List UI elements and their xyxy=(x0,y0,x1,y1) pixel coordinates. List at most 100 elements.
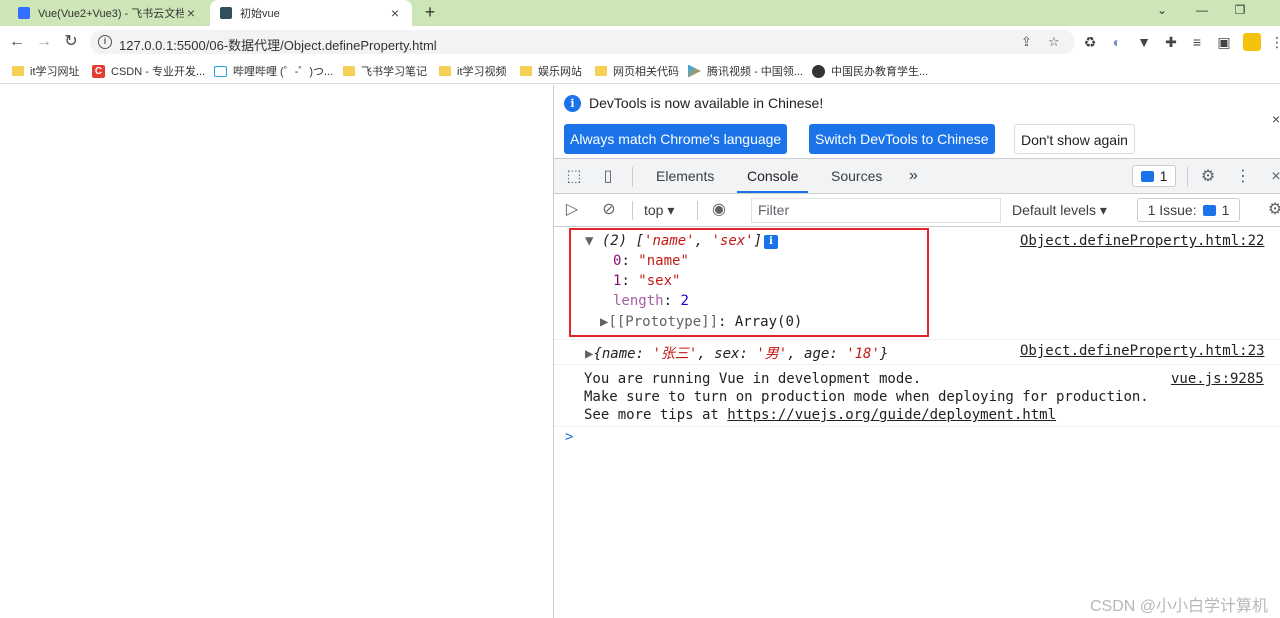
source-link[interactable]: Object.defineProperty.html:22 xyxy=(1020,233,1264,249)
expand-triangle-icon[interactable]: ▼ xyxy=(585,233,593,249)
bookmark-item[interactable]: 娱乐网站 xyxy=(520,63,582,79)
restore-icon[interactable]: ❐ xyxy=(1230,3,1250,17)
array-prototype[interactable]: ▶[[Prototype]]: Array(0) xyxy=(600,314,802,330)
bookmark-item[interactable]: 哔哩哔哩 (゜-゜)つ... xyxy=(214,63,333,79)
site-info-icon[interactable]: i xyxy=(98,35,112,49)
folder-icon xyxy=(343,66,355,76)
divider xyxy=(632,201,633,220)
infobar-message: DevTools is now available in Chinese! xyxy=(589,95,824,111)
folder-icon xyxy=(595,66,607,76)
watermark: CSDN @小小白学计算机 xyxy=(1090,598,1269,615)
live-expression-eye-icon[interactable]: ◉ xyxy=(709,200,729,220)
tab-feishu-doc[interactable]: Vue(Vue2+Vue3) - 飞书云文档 × xyxy=(8,0,208,26)
bookmarks-bar: it学习网址 C CSDN - 专业开发... 哔哩哔哩 (゜-゜)つ... 飞书… xyxy=(0,58,1280,84)
array-length: length: 2 xyxy=(613,293,689,309)
issue-flag-icon xyxy=(1202,204,1216,216)
console-filter-bar: ▷ ⊘ top ▾ ◉ Filter Default levels ▾ 1 Is… xyxy=(554,194,1280,227)
back-icon[interactable]: ← xyxy=(6,31,28,53)
bookmark-item[interactable]: 飞书学习笔记 xyxy=(343,63,427,79)
profile-avatar[interactable] xyxy=(1243,33,1261,51)
source-link[interactable]: vue.js:9285 xyxy=(1171,371,1264,387)
reload-icon[interactable]: ↻ xyxy=(60,31,82,53)
folder-icon xyxy=(520,66,532,76)
clear-console-icon[interactable]: ⊘ xyxy=(599,200,619,220)
forward-icon[interactable]: → xyxy=(33,31,55,53)
menu-icon[interactable]: ⋮ xyxy=(1268,33,1280,51)
puzzle-icon[interactable]: ✚ xyxy=(1162,33,1180,51)
vue-icon xyxy=(220,7,232,19)
side-panel-icon[interactable]: ▣ xyxy=(1215,33,1233,51)
browser-toolbar: ← → ↻ i 127.0.0.1:5500/06-数据代理/Object.de… xyxy=(0,26,1280,58)
tab-strip: Vue(Vue2+Vue3) - 飞书云文档 × 初始vue × + ⌄ — ❐ xyxy=(0,0,1280,26)
tencent-video-icon xyxy=(688,64,701,78)
bookmark-item[interactable]: C CSDN - 专业开发... xyxy=(92,63,205,79)
close-icon[interactable]: × xyxy=(184,5,198,21)
divider xyxy=(697,201,698,220)
new-tab-button[interactable]: + xyxy=(420,2,440,23)
show-sidebar-icon[interactable]: ▷ xyxy=(562,200,582,220)
info-icon: i xyxy=(564,95,581,112)
tab-title: 初始vue xyxy=(240,8,280,20)
log-levels-dropdown[interactable]: Default levels ▾ xyxy=(1012,202,1107,219)
bookmark-item[interactable]: it学习网址 xyxy=(12,63,80,79)
console-output: ▼ (2) ['name', 'sex'] i Object.definePro… xyxy=(554,227,1280,618)
extension-icon[interactable]: ▼ xyxy=(1135,33,1153,51)
vue-dev-message-line: You are running Vue in development mode. xyxy=(584,371,922,387)
bookmark-item[interactable]: 腾讯视频 - 中国领... xyxy=(688,63,803,79)
more-options-icon[interactable]: ⋮ xyxy=(1233,167,1253,187)
tab-console[interactable]: Console xyxy=(737,159,809,193)
page-viewport xyxy=(0,85,553,618)
close-devtools-icon[interactable]: × xyxy=(1266,167,1280,187)
csdn-icon: C xyxy=(92,64,105,78)
reading-list-icon[interactable]: ≡ xyxy=(1188,33,1206,51)
close-icon[interactable]: × xyxy=(388,5,402,21)
language-infobar: i DevTools is now available in Chinese! … xyxy=(554,85,1280,159)
message-icon xyxy=(1140,170,1154,182)
context-selector[interactable]: top ▾ xyxy=(644,202,674,219)
tab-sources[interactable]: Sources xyxy=(821,159,892,193)
vue-dev-message-line: Make sure to turn on production mode whe… xyxy=(584,389,1149,405)
bookmark-item[interactable]: 中国民办教育学生... xyxy=(812,63,928,79)
globe-icon xyxy=(812,64,825,78)
console-settings-gear-icon[interactable]: ⚙ xyxy=(1265,200,1280,220)
extension-icon[interactable]: ♻ xyxy=(1081,33,1099,51)
console-object-line[interactable]: ▶{name: '张三', sex: '男', age: '18'} xyxy=(585,343,888,363)
extension-icon[interactable]: ◐ xyxy=(1108,33,1126,51)
source-link[interactable]: Object.defineProperty.html:23 xyxy=(1020,343,1264,359)
info-icon[interactable]: i xyxy=(764,235,778,249)
console-array-header[interactable]: ▼ (2) ['name', 'sex'] xyxy=(585,233,762,249)
dont-show-again-button[interactable]: Don't show again xyxy=(1014,124,1135,154)
devtools-panel: i DevTools is now available in Chinese! … xyxy=(554,85,1280,618)
divider xyxy=(1187,167,1188,187)
console-prompt[interactable]: > xyxy=(565,429,573,445)
vue-docs-link[interactable]: https://vuejs.org/guide/deployment.html xyxy=(727,407,1056,423)
always-match-language-button[interactable]: Always match Chrome's language xyxy=(564,124,788,154)
inspect-element-icon[interactable]: ⬚ xyxy=(564,167,584,187)
console-messages-badge[interactable]: 1 xyxy=(1132,165,1176,187)
minimize-icon[interactable]: — xyxy=(1192,3,1212,17)
bookmark-star-icon[interactable]: ☆ xyxy=(1048,34,1060,50)
switch-to-chinese-button[interactable]: Switch DevTools to Chinese xyxy=(809,124,995,154)
bookmark-item[interactable]: it学习视频 xyxy=(439,63,507,79)
row-divider xyxy=(554,339,1280,340)
device-toolbar-icon[interactable]: ▯ xyxy=(598,167,618,187)
share-icon[interactable]: ⇪ xyxy=(1021,34,1032,50)
issues-button[interactable]: 1 Issue: 1 xyxy=(1137,198,1240,222)
tab-active-page[interactable]: 初始vue × xyxy=(210,0,412,26)
close-icon[interactable]: × xyxy=(1272,111,1280,127)
row-divider xyxy=(554,426,1280,427)
tab-search-icon[interactable]: ⌄ xyxy=(1152,3,1172,17)
vue-dev-message-line: See more tips at https://vuejs.org/guide… xyxy=(584,407,1057,423)
address-bar[interactable]: i 127.0.0.1:5500/06-数据代理/Object.definePr… xyxy=(90,30,1075,54)
tab-elements[interactable]: Elements xyxy=(646,159,724,193)
divider xyxy=(632,167,633,187)
more-tabs-icon[interactable]: » xyxy=(899,159,928,193)
url-text[interactable]: 127.0.0.1:5500/06-数据代理/Object.defineProp… xyxy=(119,35,437,54)
bilibili-icon xyxy=(214,65,227,77)
bookmark-item[interactable]: 网页相关代码 xyxy=(595,63,679,79)
console-filter-input[interactable]: Filter xyxy=(751,198,1001,223)
document-icon xyxy=(18,7,30,19)
settings-gear-icon[interactable]: ⚙ xyxy=(1198,167,1218,187)
tab-title: Vue(Vue2+Vue3) - 飞书云文档 xyxy=(38,8,184,20)
array-entry: 0: "name" xyxy=(613,253,689,269)
